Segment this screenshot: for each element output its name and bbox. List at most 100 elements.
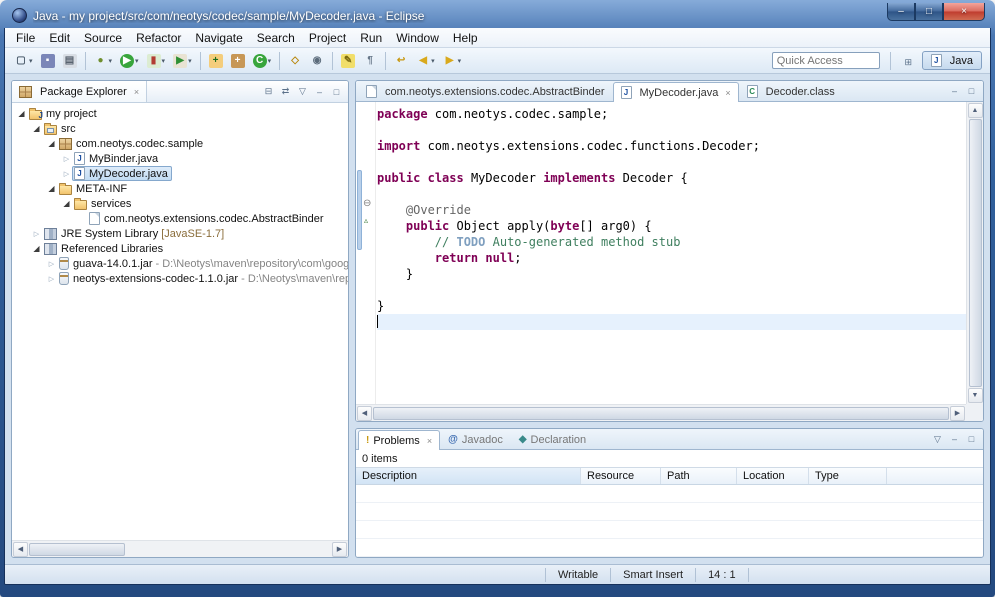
code-line[interactable]: } xyxy=(377,266,966,282)
code-line[interactable]: public class MyDecoder implements Decode… xyxy=(377,170,966,186)
tree-item[interactable]: ◢src xyxy=(12,121,348,136)
menu-navigate[interactable]: Navigate xyxy=(188,29,249,47)
tree-item[interactable]: com.neotys.extensions.codec.AbstractBind… xyxy=(12,211,348,226)
code-line[interactable]: return null; xyxy=(377,250,966,266)
tree-item-content[interactable]: META-INF xyxy=(57,181,131,196)
tree-item[interactable]: ▷guava-14.0.1.jar - D:\Neotys\maven\repo… xyxy=(12,256,348,271)
tree-item-content[interactable]: my project xyxy=(27,106,101,121)
close-view-icon[interactable]: × xyxy=(134,87,139,97)
menu-refactor[interactable]: Refactor xyxy=(129,29,188,47)
tree-item-content[interactable]: JMyDecoder.java xyxy=(72,166,172,181)
fold-collapse-icon[interactable]: ⊖ xyxy=(363,199,371,209)
tree-item-content[interactable]: com.neotys.extensions.codec.AbstractBind… xyxy=(87,211,328,226)
tree-item[interactable]: ◢com.neotys.codec.sample xyxy=(12,136,348,151)
minimize-view-icon[interactable]: – xyxy=(312,84,327,99)
show-annotations-toggle[interactable]: ¶ xyxy=(359,51,381,71)
tree-item-content[interactable]: JMyBinder.java xyxy=(72,151,162,166)
scroll-left-icon[interactable]: ◀ xyxy=(13,542,28,557)
tree-item[interactable]: ◢my project xyxy=(12,106,348,121)
last-edit-location-button[interactable]: ↩ xyxy=(390,51,412,71)
tab-declaration[interactable]: ◆Declaration xyxy=(511,429,594,449)
dropdown-arrow-icon[interactable]: ▾ xyxy=(162,57,166,65)
open-perspective-icon[interactable]: ⊞ xyxy=(901,55,916,70)
close-tab-icon[interactable]: × xyxy=(725,88,730,98)
open-type-button[interactable]: ◇ xyxy=(284,51,306,71)
scroll-right-icon[interactable]: ▶ xyxy=(950,406,965,421)
expand-arrow-icon[interactable]: ▷ xyxy=(31,230,42,238)
forward-button[interactable]: ▶▾ xyxy=(439,51,466,71)
view-menu-icon[interactable]: ▽ xyxy=(930,432,945,447)
quick-access-input[interactable] xyxy=(772,52,880,69)
minimize-view-icon[interactable]: – xyxy=(947,432,962,447)
tab-package-explorer[interactable]: Package Explorer × xyxy=(12,81,147,102)
scroll-down-icon[interactable]: ▼ xyxy=(968,388,983,403)
tree-item[interactable]: ▷JRE System Library [JavaSE-1.7] xyxy=(12,226,348,241)
editor-vscrollbar[interactable]: ▲ ▼ xyxy=(966,102,983,404)
table-row[interactable] xyxy=(356,521,983,539)
column-header-type[interactable]: Type xyxy=(809,468,887,484)
external-tools-button[interactable]: ▶▾ xyxy=(169,51,196,71)
collapse-arrow-icon[interactable]: ◢ xyxy=(31,124,42,133)
collapse-arrow-icon[interactable]: ◢ xyxy=(61,199,72,208)
code-line[interactable]: } xyxy=(377,298,966,314)
menu-window[interactable]: Window xyxy=(389,29,446,47)
collapse-arrow-icon[interactable]: ◢ xyxy=(46,139,57,148)
tree-item-content[interactable]: Referenced Libraries xyxy=(42,241,167,256)
scroll-up-icon[interactable]: ▲ xyxy=(968,103,983,118)
code-line[interactable]: @Override xyxy=(377,202,966,218)
menu-project[interactable]: Project xyxy=(302,29,353,47)
menu-help[interactable]: Help xyxy=(446,29,485,47)
tree-item[interactable]: ▷neotys-extensions-codec-1.1.0.jar - D:\… xyxy=(12,271,348,286)
menu-edit[interactable]: Edit xyxy=(42,29,77,47)
dropdown-arrow-icon[interactable]: ▾ xyxy=(29,57,33,65)
table-row[interactable] xyxy=(356,485,983,503)
title-bar[interactable]: Java - my project/src/com/neotys/codec/s… xyxy=(4,0,991,28)
collapse-arrow-icon[interactable]: ◢ xyxy=(16,109,27,118)
save-button[interactable]: ▪ xyxy=(37,51,59,71)
maximize-view-icon[interactable]: □ xyxy=(964,432,979,447)
close-tab-icon[interactable]: × xyxy=(427,436,432,446)
editor-tab-decoder-class[interactable]: CDecoder.class xyxy=(739,81,843,101)
run-button[interactable]: ▶▾ xyxy=(116,51,143,71)
dropdown-arrow-icon[interactable]: ▾ xyxy=(458,57,462,65)
collapse-all-icon[interactable]: ⊟ xyxy=(261,84,276,99)
tree-item[interactable]: ◢services xyxy=(12,196,348,211)
menu-file[interactable]: File xyxy=(9,29,42,47)
package-explorer-hscrollbar[interactable]: ◀ ▶ xyxy=(12,540,348,557)
print-button[interactable]: ▤ xyxy=(59,51,81,71)
code-line[interactable] xyxy=(377,154,966,170)
close-button[interactable]: × xyxy=(943,3,985,21)
tree-item-content[interactable]: neotys-extensions-codec-1.1.0.jar - D:\N… xyxy=(57,271,348,286)
tree-item-content[interactable]: guava-14.0.1.jar - D:\Neotys\maven\repos… xyxy=(57,256,348,271)
java-perspective-button[interactable]: J Java xyxy=(922,51,982,70)
column-header-description[interactable]: Description xyxy=(356,468,581,484)
dropdown-arrow-icon[interactable]: ▾ xyxy=(268,57,272,65)
link-with-editor-icon[interactable]: ⇄ xyxy=(278,84,293,99)
view-menu-icon[interactable]: ▽ xyxy=(295,84,310,99)
expand-arrow-icon[interactable]: ▷ xyxy=(61,170,72,178)
debug-button[interactable]: ●▾ xyxy=(90,51,117,71)
maximize-view-icon[interactable]: □ xyxy=(964,84,979,99)
collapse-arrow-icon[interactable]: ◢ xyxy=(31,244,42,253)
dropdown-arrow-icon[interactable]: ▾ xyxy=(431,57,435,65)
editor-tab-mydecoder-java[interactable]: JMyDecoder.java× xyxy=(613,82,739,102)
tree-item[interactable]: ◢Referenced Libraries xyxy=(12,241,348,256)
code-line[interactable]: public Object apply(byte[] arg0) { xyxy=(377,218,966,234)
search-button[interactable]: ◉ xyxy=(306,51,328,71)
code-line[interactable] xyxy=(377,186,966,202)
column-header-resource[interactable]: Resource xyxy=(581,468,661,484)
tab-problems[interactable]: !Problems× xyxy=(358,430,440,450)
editor-hscrollbar[interactable]: ◀ ▶ xyxy=(356,404,966,421)
tree-item[interactable]: ▷JMyBinder.java xyxy=(12,151,348,166)
coverage-button[interactable]: ▮▾ xyxy=(143,51,170,71)
tree-item-content[interactable]: src xyxy=(42,121,80,136)
editor-tab-com-neotys-extensions-codec-abstractbinder[interactable]: com.neotys.extensions.codec.AbstractBind… xyxy=(358,81,613,101)
scroll-left-icon[interactable]: ◀ xyxy=(357,406,372,421)
maximize-button[interactable]: □ xyxy=(915,3,943,21)
column-header-path[interactable]: Path xyxy=(661,468,737,484)
code-area[interactable]: package com.neotys.codec.sample;import c… xyxy=(377,102,966,404)
dropdown-arrow-icon[interactable]: ▾ xyxy=(188,57,192,65)
minimize-view-icon[interactable]: – xyxy=(947,84,962,99)
tree-item-content[interactable]: JRE System Library [JavaSE-1.7] xyxy=(42,226,228,241)
menu-run[interactable]: Run xyxy=(353,29,389,47)
